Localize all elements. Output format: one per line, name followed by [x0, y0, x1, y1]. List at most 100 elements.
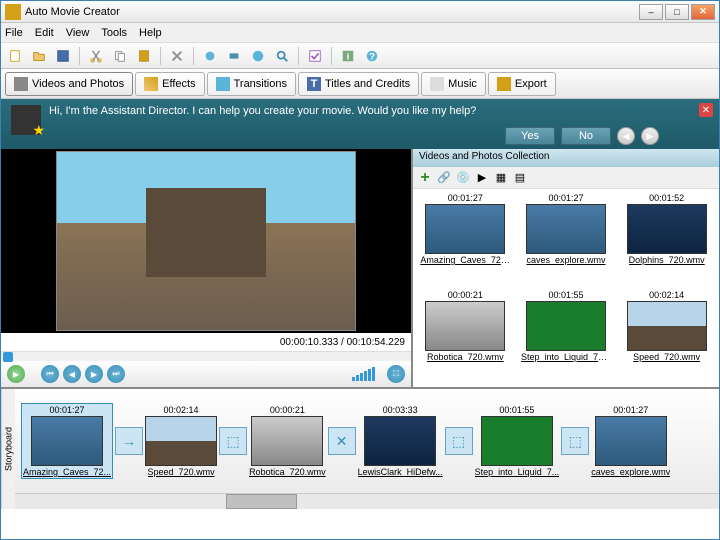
maximize-button[interactable]: □: [665, 4, 689, 20]
menu-tools[interactable]: Tools: [101, 27, 127, 39]
collection-clip[interactable]: 00:01:27 Amazing_Caves_720...: [417, 193, 514, 286]
clip-thumb: [627, 204, 707, 254]
cut-icon[interactable]: [86, 46, 106, 66]
minimize-button[interactable]: –: [639, 4, 663, 20]
collection-clip[interactable]: 00:02:14Speed_720.wmv: [618, 290, 715, 383]
menubar: File Edit View Tools Help: [1, 23, 719, 43]
clip-thumb: [364, 416, 436, 466]
assistant-yes-button[interactable]: Yes: [505, 127, 555, 145]
assistant-bar: ★ Hi, I'm the Assistant Director. I can …: [1, 99, 719, 149]
clip-time: 00:02:14: [164, 405, 199, 415]
clip-thumb: [251, 416, 323, 466]
open-icon[interactable]: [29, 46, 49, 66]
clip-thumb: [481, 416, 553, 466]
collection-clip[interactable]: 00:01:52 Dolphins_720.wmv: [618, 193, 715, 286]
storyboard-clip[interactable]: 00:01:27caves_explore.wmv: [591, 405, 670, 477]
clip-time: 00:01:27: [548, 193, 583, 203]
save-icon[interactable]: [53, 46, 73, 66]
clip-time: 00:01:27: [448, 193, 483, 203]
transition-slot[interactable]: →: [115, 427, 143, 455]
clip-name: Step_into_Liquid_720.w...: [521, 352, 611, 362]
clip-name: caves_explore.wmv: [526, 255, 605, 265]
tab-export[interactable]: Export: [488, 72, 556, 96]
tab-titles[interactable]: TTitles and Credits: [298, 72, 419, 96]
tab-music[interactable]: Music: [421, 72, 486, 96]
view1-icon[interactable]: ▦: [493, 170, 509, 186]
collection-clip[interactable]: 00:01:55 Step_into_Liquid_720.w...: [518, 290, 615, 383]
assistant-no-button[interactable]: No: [561, 127, 611, 145]
web-icon[interactable]: [248, 46, 268, 66]
tools-icon[interactable]: [167, 46, 187, 66]
fullscreen-button[interactable]: ⛶: [387, 365, 405, 383]
tabbar: Videos and Photos Effects Transitions TT…: [1, 69, 719, 99]
titlebar: Auto Movie Creator – □ ✕: [1, 1, 719, 23]
collection-clip[interactable]: 00:00:21Robotica_720.wmv: [417, 290, 514, 383]
play-clip-icon[interactable]: ▶: [474, 170, 490, 186]
record-icon[interactable]: [224, 46, 244, 66]
connect-icon[interactable]: [200, 46, 220, 66]
view2-icon[interactable]: ▤: [512, 170, 528, 186]
copy-icon[interactable]: [110, 46, 130, 66]
clip-time: 00:01:52: [649, 193, 684, 203]
assistant-back-icon[interactable]: ◀: [617, 127, 635, 145]
tab-effects[interactable]: Effects: [135, 72, 204, 96]
disc-icon[interactable]: 💿: [455, 170, 471, 186]
clip-thumb: [595, 416, 667, 466]
storyboard-clip[interactable]: 00:03:33LewisClark_HiDefw...: [358, 405, 443, 477]
assistant-forward-icon[interactable]: ▶: [641, 127, 659, 145]
storyboard-clip[interactable]: 00:01:55 Step_into_Liquid_7...: [475, 405, 560, 477]
transition-slot[interactable]: ⬚: [445, 427, 473, 455]
clip-name: Step_into_Liquid_7...: [475, 467, 560, 477]
tab-label: Titles and Credits: [325, 78, 410, 90]
menu-help[interactable]: Help: [139, 27, 162, 39]
transition-slot[interactable]: ⬚: [219, 427, 247, 455]
toolbar: i ?: [1, 43, 719, 69]
clip-name: Amazing_Caves_72...: [23, 467, 111, 477]
clip-thumb: [526, 204, 606, 254]
tab-label: Effects: [162, 78, 195, 90]
info-icon[interactable]: i: [338, 46, 358, 66]
assistant-text: Hi, I'm the Assistant Director. I can he…: [49, 105, 476, 117]
clip-time: 00:00:21: [448, 290, 483, 300]
clip-thumb: [425, 204, 505, 254]
storyboard-clip[interactable]: 00:00:21Robotica_720.wmv: [249, 405, 326, 477]
preview-video[interactable]: [1, 149, 411, 333]
transition-slot[interactable]: ✕: [328, 427, 356, 455]
tab-transitions[interactable]: Transitions: [207, 72, 296, 96]
window-title: Auto Movie Creator: [25, 6, 639, 18]
assistant-close-icon[interactable]: ✕: [699, 103, 713, 117]
volume-indicator[interactable]: [352, 367, 375, 381]
search-icon[interactable]: [272, 46, 292, 66]
preview-panel: 00:00:10.333 / 00:10:54.229 ▶ ⏮ ◀ ▶ ⏭ ⛶: [1, 149, 411, 387]
menu-view[interactable]: View: [66, 27, 90, 39]
close-button[interactable]: ✕: [691, 4, 715, 20]
menu-edit[interactable]: Edit: [35, 27, 54, 39]
add-clip-icon[interactable]: +: [417, 170, 433, 186]
clip-name: Robotica_720.wmv: [249, 467, 326, 477]
svg-text:i: i: [347, 51, 350, 62]
paste-icon[interactable]: [134, 46, 154, 66]
tab-videos-photos[interactable]: Videos and Photos: [5, 72, 133, 96]
help-icon[interactable]: ?: [362, 46, 382, 66]
storyboard-clip[interactable]: 00:01:27Amazing_Caves_72...: [21, 403, 113, 479]
clip-name: Amazing_Caves_720...: [420, 255, 510, 265]
menu-file[interactable]: File: [5, 27, 23, 39]
prev-button[interactable]: ⏮: [41, 365, 59, 383]
step-fwd-button[interactable]: ▶: [85, 365, 103, 383]
storyboard-scrollbar[interactable]: [15, 493, 719, 509]
new-icon[interactable]: [5, 46, 25, 66]
check-icon[interactable]: [305, 46, 325, 66]
clip-time: 00:01:55: [548, 290, 583, 300]
storyboard-clip[interactable]: 00:02:14Speed_720.wmv: [145, 405, 217, 477]
preview-seek-slider[interactable]: [1, 351, 411, 361]
play-button[interactable]: ▶: [7, 365, 25, 383]
next-button[interactable]: ⏭: [107, 365, 125, 383]
clip-name: Dolphins_720.wmv: [629, 255, 705, 265]
collection-toolbar: + 🔗 💿 ▶ ▦ ▤: [413, 167, 719, 189]
link-icon[interactable]: 🔗: [436, 170, 452, 186]
transition-slot[interactable]: ⬚: [561, 427, 589, 455]
step-back-button[interactable]: ◀: [63, 365, 81, 383]
tab-label: Export: [515, 78, 547, 90]
collection-clip[interactable]: 00:01:27 caves_explore.wmv: [518, 193, 615, 286]
clip-time: 00:01:55: [499, 405, 534, 415]
